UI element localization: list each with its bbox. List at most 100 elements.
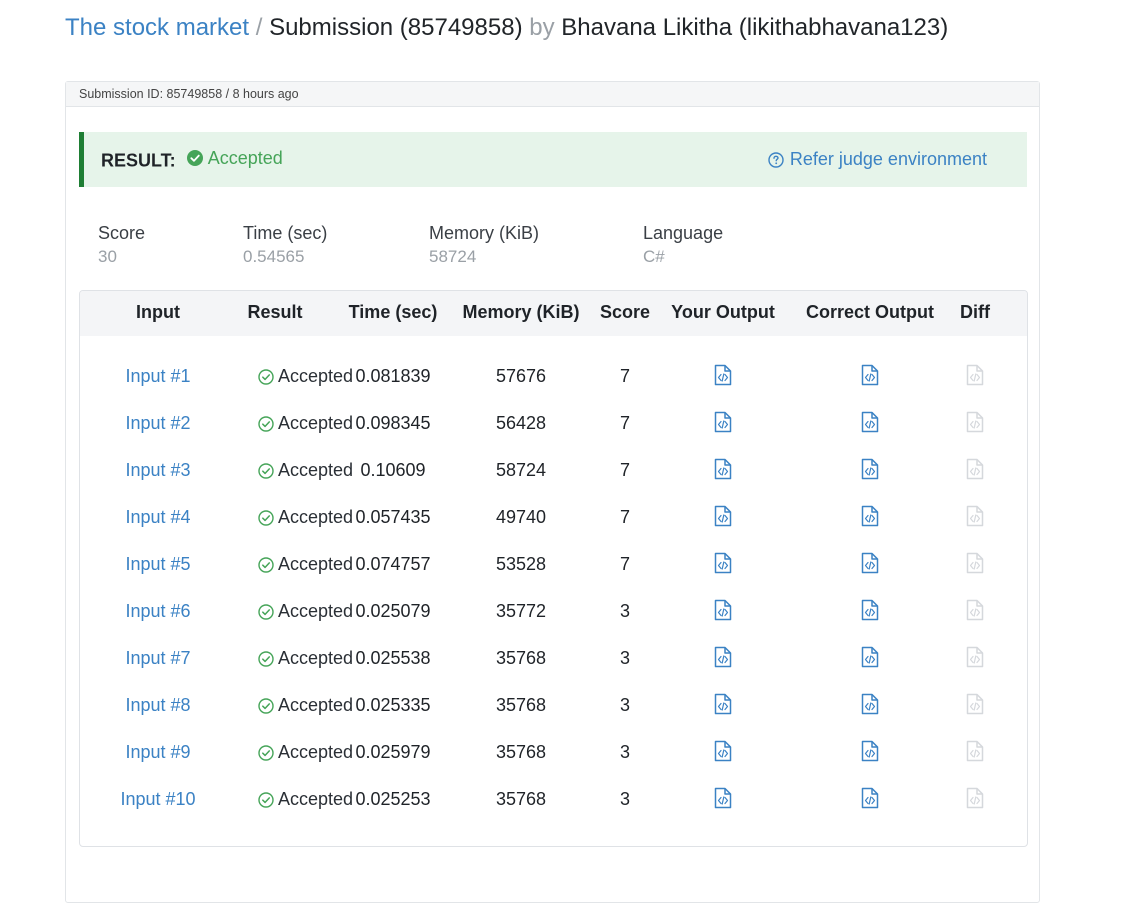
check-circle-icon	[258, 368, 274, 385]
submission-stats: Score 30 Time (sec) 0.54565 Memory (KiB)…	[66, 222, 1039, 272]
row-result: Accepted	[258, 460, 353, 481]
row-result: Accepted	[258, 648, 353, 669]
your-output-icon[interactable]	[714, 458, 732, 485]
row-result-text: Accepted	[278, 460, 354, 480]
correct-output-icon[interactable]	[861, 364, 879, 391]
diff-file-icon	[966, 364, 984, 391]
refer-judge-link[interactable]: Refer judge environment	[768, 149, 987, 170]
submission-user: Bhavana Likitha (likithabhavana123)	[561, 14, 949, 41]
row-result-text: Accepted	[278, 789, 354, 809]
input-link[interactable]: Input #5	[125, 554, 190, 575]
correct-output-icon[interactable]	[861, 740, 879, 767]
row-time: 0.10609	[360, 460, 426, 480]
col-time: Time (sec)	[348, 302, 438, 322]
table-row: Input #4 Accepted 0.057435 49740 7	[80, 495, 1027, 542]
input-link[interactable]: Input #3	[125, 460, 190, 481]
input-link[interactable]: Input #1	[125, 366, 190, 387]
stat-memory-value: 58724	[429, 247, 477, 266]
row-score: 3	[619, 648, 631, 668]
result-status: Accepted	[186, 148, 283, 169]
your-output-icon[interactable]	[714, 599, 732, 626]
row-time: 0.025079	[355, 601, 431, 621]
table-row: Input #1 Accepted 0.081839 57676 7	[80, 354, 1027, 401]
your-output-icon[interactable]	[714, 646, 732, 673]
row-result-text: Accepted	[278, 554, 354, 574]
row-result: Accepted	[258, 695, 353, 716]
row-score: 3	[619, 789, 631, 809]
correct-output-icon[interactable]	[861, 693, 879, 720]
diff-file-icon	[966, 505, 984, 532]
your-output-icon[interactable]	[714, 787, 732, 814]
row-memory: 56428	[495, 413, 547, 433]
correct-output-icon[interactable]	[861, 458, 879, 485]
your-output-icon[interactable]	[714, 693, 732, 720]
stat-score: Score 30	[98, 222, 145, 270]
page-title: The stock market / Submission (85749858)…	[65, 12, 948, 44]
submission-meta: Submission ID: 85749858 / 8 hours ago	[66, 82, 1039, 107]
your-output-icon[interactable]	[714, 364, 732, 391]
row-time: 0.074757	[355, 554, 431, 574]
diff-file-icon	[966, 552, 984, 579]
submission-title: Submission (85749858)	[269, 14, 523, 41]
question-circle-icon	[768, 151, 784, 168]
input-link[interactable]: Input #6	[125, 601, 190, 622]
correct-output-icon[interactable]	[861, 787, 879, 814]
stat-memory-label: Memory (KiB)	[429, 223, 540, 243]
correct-output-icon[interactable]	[861, 646, 879, 673]
your-output-icon[interactable]	[714, 411, 732, 438]
input-link[interactable]: Input #9	[125, 742, 190, 763]
col-score: Score	[599, 302, 651, 322]
correct-output-icon[interactable]	[861, 505, 879, 532]
row-memory: 53528	[495, 554, 547, 574]
check-circle-icon	[258, 556, 274, 573]
your-output-icon[interactable]	[714, 505, 732, 532]
check-circle-icon	[258, 650, 274, 667]
table-row: Input #8 Accepted 0.025335 35768 3	[80, 683, 1027, 730]
row-result: Accepted	[258, 742, 353, 763]
title-by: by	[529, 14, 555, 41]
input-link[interactable]: Input #7	[125, 648, 190, 669]
diff-file-icon	[966, 740, 984, 767]
row-memory: 57676	[495, 366, 547, 386]
row-time: 0.098345	[355, 413, 431, 433]
correct-output-icon[interactable]	[861, 599, 879, 626]
your-output-icon[interactable]	[714, 740, 732, 767]
input-link[interactable]: Input #4	[125, 507, 190, 528]
row-memory: 49740	[495, 507, 547, 527]
row-time: 0.025979	[355, 742, 431, 762]
input-link[interactable]: Input #2	[125, 413, 190, 434]
row-score: 7	[619, 507, 631, 527]
row-memory: 58724	[495, 460, 547, 480]
your-output-icon[interactable]	[714, 552, 732, 579]
result-label: RESULT:	[101, 150, 176, 171]
check-circle-icon	[258, 509, 274, 526]
stat-time: Time (sec) 0.54565	[243, 222, 327, 270]
input-link[interactable]: Input #10	[120, 789, 195, 810]
input-link[interactable]: Input #8	[125, 695, 190, 716]
row-result: Accepted	[258, 789, 353, 810]
table-row: Input #10 Accepted 0.025253 35768 3	[80, 777, 1027, 824]
row-memory: 35768	[495, 648, 547, 668]
submission-card: Submission ID: 85749858 / 8 hours ago RE…	[65, 81, 1040, 903]
row-time: 0.025253	[355, 789, 431, 809]
title-separator: /	[255, 14, 263, 41]
problem-link[interactable]: The stock market	[65, 14, 249, 41]
table-row: Input #2 Accepted 0.098345 56428 7	[80, 401, 1027, 448]
row-time: 0.025538	[355, 648, 431, 668]
stat-language-value: C#	[643, 247, 665, 266]
row-result: Accepted	[258, 507, 353, 528]
col-input: Input	[136, 302, 180, 322]
refer-judge-text: Refer judge environment	[789, 149, 987, 169]
row-score: 7	[619, 554, 631, 574]
diff-file-icon	[966, 599, 984, 626]
col-your-output: Your Output	[671, 302, 775, 322]
row-result: Accepted	[258, 413, 353, 434]
stat-language-label: Language	[643, 223, 724, 243]
correct-output-icon[interactable]	[861, 411, 879, 438]
stat-score-label: Score	[98, 223, 146, 243]
check-circle-icon	[258, 603, 274, 620]
correct-output-icon[interactable]	[861, 552, 879, 579]
row-result: Accepted	[258, 366, 353, 387]
table-row: Input #3 Accepted 0.10609 58724 7	[80, 448, 1027, 495]
row-result: Accepted	[258, 601, 353, 622]
